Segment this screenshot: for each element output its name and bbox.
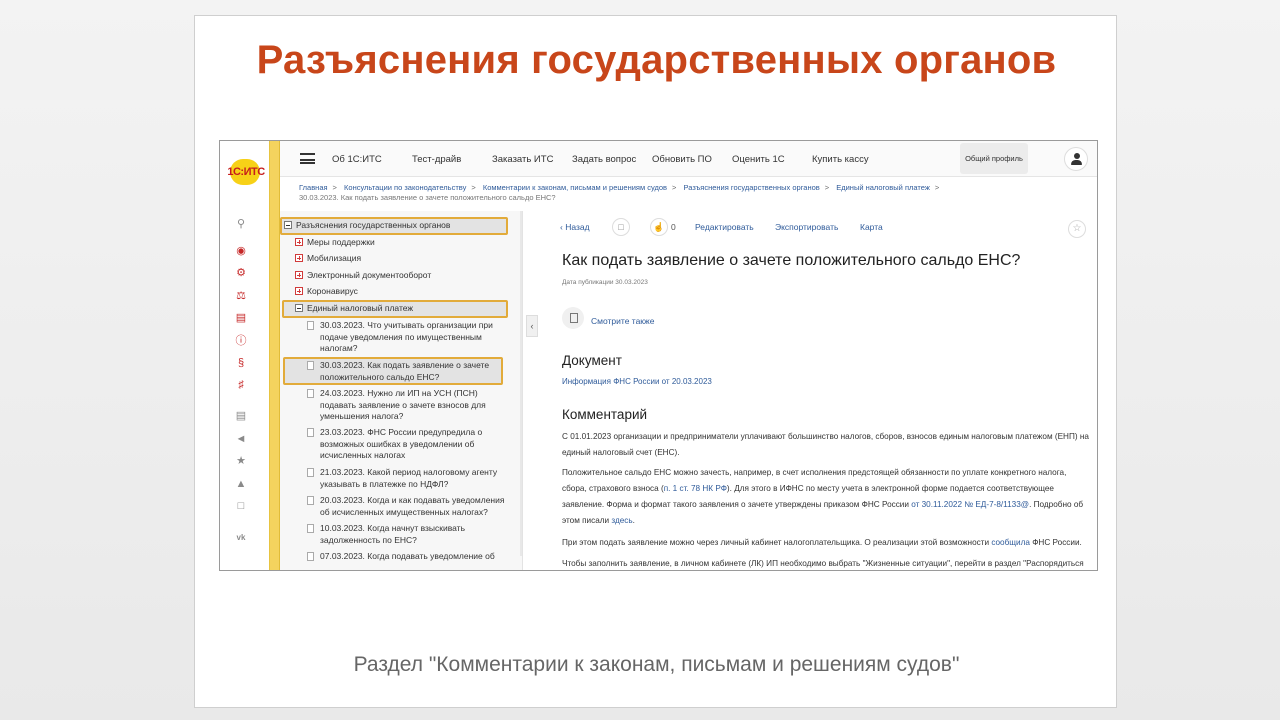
tree-doc[interactable]: 30.03.2023. Что учитывать организации пр… [307, 320, 507, 355]
document-icon [307, 552, 314, 561]
article-title: Как подать заявление о зачете положитель… [562, 252, 1021, 269]
nav-test-drive[interactable]: Тест-драйв [412, 154, 461, 165]
document-icon[interactable]: ▤ [234, 409, 248, 423]
tree-folder-open[interactable]: Единый налоговый платеж [295, 303, 413, 315]
collapse-icon [284, 221, 292, 229]
tree-folder[interactable]: Электронный документооборот [295, 270, 431, 282]
tree-doc-active[interactable]: 30.03.2023. Как подать заявление о зачет… [307, 360, 507, 383]
comment-heading: Комментарий [562, 407, 648, 422]
tree-doc[interactable]: 10.03.2023. Когда начнут взыскивать задо… [307, 523, 507, 546]
reported-link[interactable]: сообщила [991, 538, 1030, 547]
document-icon [307, 389, 314, 398]
expand-icon [295, 287, 303, 295]
paragraph: С 01.01.2023 организации и предпринимате… [562, 432, 1089, 457]
tree-doc[interactable]: 24.03.2023. Нужно ли ИП на УСН (ПСН) под… [307, 388, 507, 423]
map-button[interactable]: Карта [860, 222, 883, 232]
yellow-sidebar-strip [269, 141, 280, 570]
people-icon[interactable]: ♯ [234, 378, 248, 392]
document-icon [307, 496, 314, 505]
slide-caption: Раздел "Комментарии к законам, письмам и… [353, 653, 960, 676]
profile-button[interactable]: Общий профиль [960, 143, 1028, 174]
comment-icon[interactable]: □ [612, 218, 630, 236]
edit-button[interactable]: Редактировать [695, 222, 754, 232]
document-icon [307, 524, 314, 533]
expand-icon [295, 271, 303, 279]
see-also-link[interactable]: Смотрите также [591, 316, 654, 326]
tree-panel: Разъяснения государственных органов Меры… [280, 211, 523, 570]
vk-icon[interactable]: vk [234, 531, 248, 545]
law-link[interactable]: п. 1 ст. 78 НК РФ [664, 484, 727, 493]
favorite-star-icon[interactable]: ☆ [1068, 220, 1086, 238]
back-button[interactable]: ‹ Назад [560, 222, 590, 232]
export-button[interactable]: Экспортировать [775, 222, 838, 232]
tree-folder[interactable]: Мобилизация [295, 253, 361, 265]
expand-icon [295, 238, 303, 246]
logo-text: 1С:ИТС [227, 166, 265, 178]
document-heading: Документ [562, 353, 622, 368]
breadcrumb-item[interactable]: Комментарии к законам, письмам и решения… [483, 183, 667, 192]
trophy-icon[interactable]: ★ [234, 454, 248, 468]
paragraph: При этом подать заявление можно через ли… [562, 538, 1082, 547]
scales-icon[interactable]: ⚖ [234, 289, 248, 303]
breadcrumb-item[interactable]: Единый налоговый платеж [836, 183, 930, 192]
document-icon [307, 468, 314, 477]
breadcrumb-item[interactable]: Консультации по законодательству [344, 183, 466, 192]
tree-doc[interactable]: 21.03.2023. Какой период налоговому аген… [307, 467, 507, 490]
user-icon[interactable] [1064, 147, 1088, 171]
tree-doc[interactable]: 20.03.2023. Когда и как подавать уведомл… [307, 495, 507, 518]
breadcrumb: Главная > Консультации по законодательств… [299, 183, 1089, 203]
law-paragraph-icon[interactable]: § [234, 356, 248, 370]
like-icon[interactable]: ☝ [650, 218, 668, 236]
slide: Разъяснения государственных органов 1С:И… [194, 15, 1117, 708]
hamburger-menu-icon[interactable] [300, 153, 315, 164]
slide-title: Разъяснения государственных органов [256, 38, 1057, 82]
breadcrumb-item[interactable]: Главная [299, 183, 328, 192]
nav-about[interactable]: Об 1С:ИТС [332, 154, 382, 165]
document-link[interactable]: Информация ФНС России от 20.03.2023 [562, 377, 712, 386]
tree-doc[interactable]: 07.03.2023. Когда подавать уведомление о… [307, 551, 507, 563]
search-icon[interactable]: ⚲ [234, 217, 248, 231]
tree-folder[interactable]: Меры поддержки [295, 237, 375, 249]
left-rail: 1С:ИТС ⚲ ◉ ⚙ ⚖ ▤ ⓘ § ♯ ▤ ◄ ★ ▲ □ vk [220, 141, 269, 570]
book-icon[interactable]: ▤ [234, 311, 248, 325]
tree-root[interactable]: Разъяснения государственных органов [284, 220, 450, 232]
expand-icon [295, 254, 303, 262]
news-icon[interactable]: ◉ [234, 244, 248, 258]
info-icon[interactable]: ⓘ [234, 334, 248, 348]
collapse-panel-button[interactable]: ‹ [526, 315, 538, 337]
megaphone-icon[interactable]: ◄ [234, 432, 248, 446]
article-content: ‹ Назад □ ☝ 0 Редактировать Экспортирова… [540, 211, 1097, 570]
tools-icon[interactable]: ⚙ [234, 266, 248, 280]
like-count: 0 [671, 222, 676, 232]
nav-order-its[interactable]: Заказать ИТС [492, 154, 553, 165]
chat-icon[interactable]: □ [234, 499, 248, 513]
here-link[interactable]: здесь [611, 516, 632, 525]
collapse-icon [295, 304, 303, 312]
nav-update-software[interactable]: Обновить ПО [652, 154, 712, 165]
nav-rate-1c[interactable]: Оценить 1С [732, 154, 785, 165]
paragraph: Положительное сальдо ЕНС можно зачесть, … [562, 468, 1084, 525]
its-logo[interactable]: 1С:ИТС [224, 159, 266, 185]
screenshot-frame: 1С:ИТС ⚲ ◉ ⚙ ⚖ ▤ ⓘ § ♯ ▤ ◄ ★ ▲ □ vk Об 1… [219, 140, 1098, 571]
document-icon [307, 321, 314, 330]
document-icon [307, 361, 314, 370]
tree-folder[interactable]: Коронавирус [295, 286, 358, 298]
order-link[interactable]: от 30.11.2022 № ЕД-7-8/1133@ [911, 500, 1029, 509]
tree-doc[interactable]: 23.03.2023. ФНС России предупредила о во… [307, 427, 507, 462]
publish-date: Дата публикации 30.03.2023 [562, 279, 648, 286]
nav-buy-register[interactable]: Купить кассу [812, 154, 869, 165]
graduation-icon[interactable]: ▲ [234, 477, 248, 491]
nav-ask-question[interactable]: Задать вопрос [572, 154, 636, 165]
breadcrumb-current: 30.03.2023. Как подать заявление о зачет… [299, 193, 556, 202]
top-nav: Об 1С:ИТС Тест-драйв Заказать ИТС Задать… [280, 141, 1097, 177]
tree-scrollbar[interactable] [520, 211, 522, 556]
paragraph: Чтобы заполнить заявление, в личном каби… [562, 559, 1084, 568]
see-also-icon[interactable] [562, 307, 584, 329]
breadcrumb-item[interactable]: Разъяснения государственных органов [683, 183, 819, 192]
document-icon [307, 428, 314, 437]
